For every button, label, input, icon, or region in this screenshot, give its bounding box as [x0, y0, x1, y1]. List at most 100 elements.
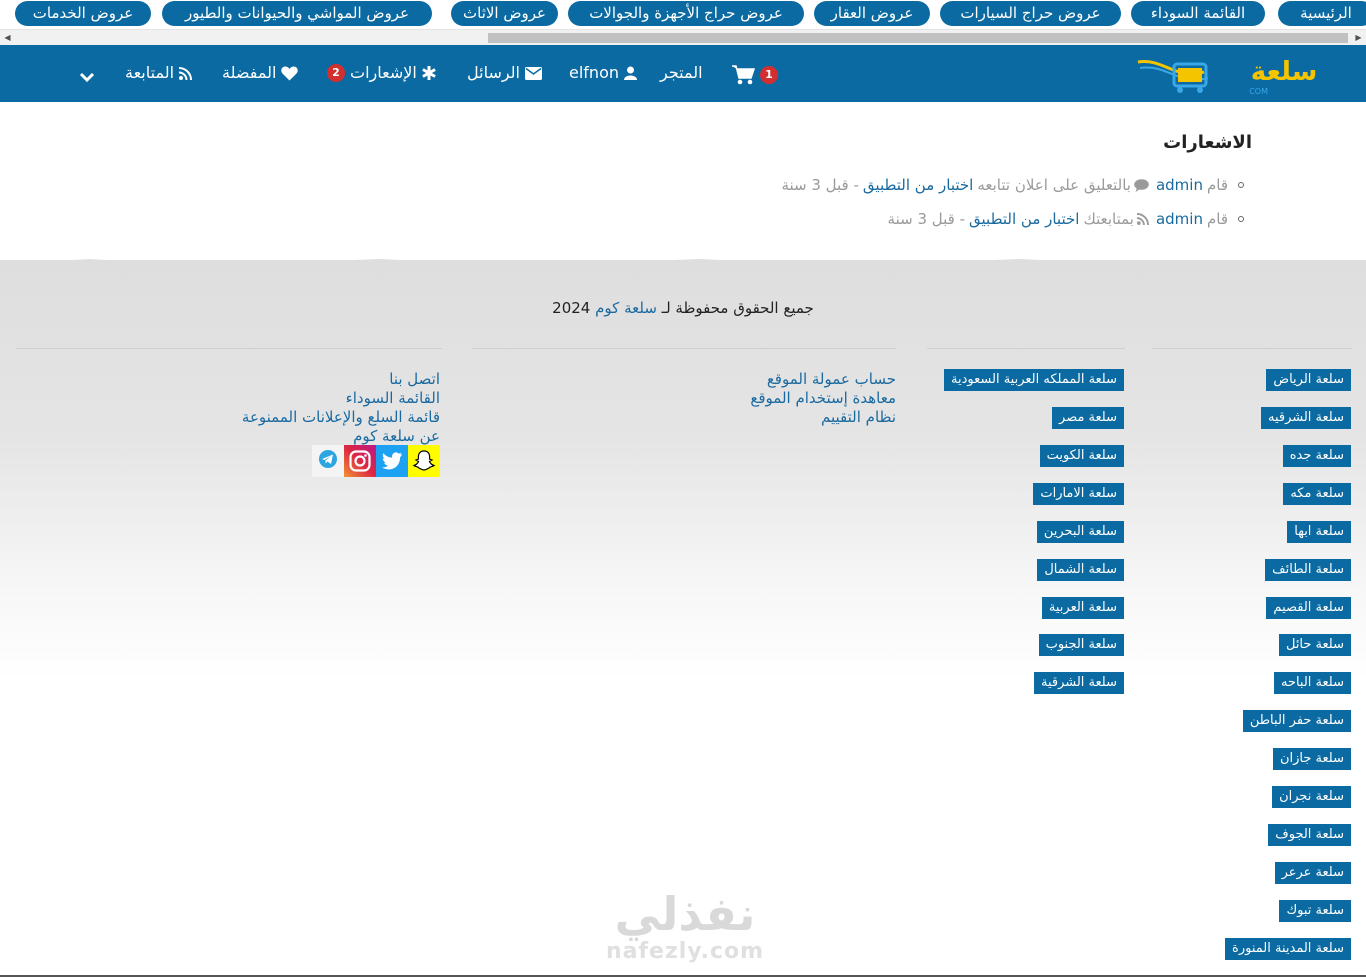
rss-icon: [179, 66, 193, 80]
site-logo[interactable]: سلعة COM: [1134, 50, 1320, 97]
category-services[interactable]: عروض الخدمات: [15, 1, 151, 26]
notification-ad-link[interactable]: اختبار من التطبيق: [863, 174, 973, 196]
bullet-icon: [1238, 216, 1244, 222]
messages-nav[interactable]: الرسائل: [467, 61, 542, 85]
notification-user-link[interactable]: admin: [1156, 208, 1203, 230]
category-devices[interactable]: عروض حراج الأجهزة والجوالات: [568, 1, 804, 26]
country-link[interactable]: سلعة الكويت: [1039, 445, 1124, 467]
scroll-right-arrow[interactable]: ▶: [1351, 30, 1366, 46]
country-link[interactable]: سلعة الجنوب: [1038, 634, 1124, 656]
city-link[interactable]: سلعة عرعر: [1274, 862, 1351, 884]
country-link[interactable]: سلعة مصر: [1052, 407, 1124, 429]
country-link[interactable]: سلعة المملكه العربية السعودية: [944, 369, 1124, 391]
instagram-icon: [349, 450, 371, 472]
footer-divider: [16, 348, 442, 349]
city-link[interactable]: سلعة حائل: [1278, 634, 1351, 656]
notifications-badge: 2: [327, 64, 345, 82]
user-nav[interactable]: elfnon: [569, 61, 637, 85]
bullet-icon: [1238, 182, 1244, 188]
notification-user-link[interactable]: admin: [1156, 174, 1203, 196]
footer-divider: [472, 348, 896, 349]
horizontal-scrollbar[interactable]: ◀ ▶: [0, 29, 1366, 45]
notification-item: قام admin بمتابعتك اختبار من التطبيق - ق…: [888, 208, 1244, 230]
city-link[interactable]: سلعة المدينة المنورة: [1225, 938, 1351, 960]
rss-icon: [1136, 213, 1149, 225]
cart-nav[interactable]: 1: [731, 63, 778, 87]
notification-action: بمتابعتك: [1083, 210, 1134, 228]
twitter-icon: [381, 452, 403, 470]
category-cars[interactable]: عروض حراج السيارات: [940, 1, 1121, 26]
copyright-prefix: جميع الحقوق محفوظة لـ: [661, 299, 814, 317]
category-realestate[interactable]: عروض العقار: [814, 1, 930, 26]
user-icon: [624, 66, 637, 80]
city-link[interactable]: سلعة نجران: [1272, 786, 1351, 808]
category-furniture[interactable]: عروض الاثاث: [451, 1, 558, 26]
instagram-button[interactable]: [344, 445, 376, 477]
favorites-nav[interactable]: المفضلة: [222, 61, 299, 85]
country-link[interactable]: سلعة الشرقية: [1033, 672, 1124, 694]
watermark: نفذلي nafezly.com: [600, 888, 770, 974]
city-link[interactable]: سلعة الشرقيه: [1260, 407, 1351, 429]
footer-link[interactable]: عن سلعة كوم: [353, 427, 440, 446]
notification-prefix: قام: [1206, 176, 1228, 194]
username-label: elfnon: [569, 63, 619, 82]
city-link[interactable]: سلعة حفر الباطن: [1242, 710, 1351, 732]
twitter-button[interactable]: [376, 445, 408, 477]
category-home[interactable]: الرئيسية: [1278, 1, 1366, 26]
country-link[interactable]: سلعة الشمال: [1037, 559, 1124, 581]
category-livestock[interactable]: عروض المواشي والحيوانات والطيور: [162, 1, 432, 26]
footer-link[interactable]: معاهدة إستخدام الموقع: [750, 389, 896, 408]
city-link[interactable]: سلعة الطائف: [1265, 559, 1351, 581]
country-link[interactable]: سلعة الامارات: [1033, 483, 1124, 505]
watermark-arabic: نفذلي: [614, 887, 756, 941]
city-link[interactable]: سلعة الباحه: [1273, 672, 1351, 694]
country-link[interactable]: سلعة العربية: [1041, 597, 1124, 619]
notifications-label: الإشعارات: [350, 63, 417, 82]
footer-divider: [1152, 348, 1352, 349]
main-header: سلعة COM 1 المتجر elfnon الرسائل الإشعار…: [0, 45, 1366, 102]
footer-link[interactable]: القائمة السوداء: [346, 389, 440, 408]
store-label: المتجر: [660, 63, 703, 82]
footer-link[interactable]: نظام التقييم: [821, 408, 896, 427]
footer-torn-edge: [0, 259, 1366, 266]
city-link[interactable]: سلعة الجوف: [1268, 824, 1351, 846]
notification-ad-link[interactable]: اختبار من التطبيق: [969, 208, 1079, 230]
notifications-nav[interactable]: الإشعارات 2: [327, 61, 436, 85]
chevron-down-icon: [79, 72, 95, 83]
city-link[interactable]: سلعة تبوك: [1279, 900, 1351, 922]
messages-label: الرسائل: [467, 63, 520, 82]
page-title: الاشعارات: [1163, 132, 1252, 153]
telegram-button[interactable]: [312, 445, 344, 477]
envelope-icon: [525, 66, 542, 80]
store-nav[interactable]: المتجر: [660, 61, 703, 85]
asterisk-icon: [421, 66, 436, 80]
city-link[interactable]: سلعة القصيم: [1266, 597, 1351, 619]
city-link[interactable]: سلعة جده: [1282, 445, 1351, 467]
cart-icon: [732, 65, 755, 85]
top-category-bar: الرئيسية القائمة السوداء عروض حراج السيا…: [0, 0, 1366, 29]
category-blacklist[interactable]: القائمة السوداء: [1131, 1, 1265, 26]
snapchat-button[interactable]: [408, 445, 440, 477]
city-link[interactable]: سلعة مكه: [1283, 483, 1351, 505]
footer-link[interactable]: حساب عمولة الموقع: [767, 370, 896, 389]
scroll-thumb[interactable]: [488, 33, 1348, 43]
watermark-latin: nafezly.com: [605, 939, 765, 964]
city-link[interactable]: سلعة ابها: [1287, 521, 1351, 543]
more-dropdown[interactable]: [79, 65, 95, 89]
svg-text:COM: COM: [1249, 87, 1268, 96]
notification-time: - قبل 3 سنة: [781, 176, 859, 194]
favorites-label: المفضلة: [222, 63, 277, 82]
country-link[interactable]: سلعة البحرين: [1036, 521, 1124, 543]
footer-link[interactable]: اتصل بنا: [389, 370, 440, 389]
footer-link[interactable]: قائمة السلع والإعلانات الممنوعة: [242, 408, 440, 427]
cart-badge: 1: [760, 66, 778, 84]
footer-divider: [927, 348, 1125, 349]
city-link[interactable]: سلعة جازان: [1272, 748, 1351, 770]
snapchat-icon: [412, 450, 436, 471]
city-link[interactable]: سلعة الرياض: [1266, 369, 1351, 391]
scroll-left-arrow[interactable]: ◀: [0, 30, 15, 46]
following-nav[interactable]: المتابعة: [125, 61, 193, 85]
comment-icon: [1134, 178, 1149, 192]
copyright-brand-link[interactable]: سلعة كوم: [595, 299, 657, 317]
following-label: المتابعة: [125, 63, 175, 82]
